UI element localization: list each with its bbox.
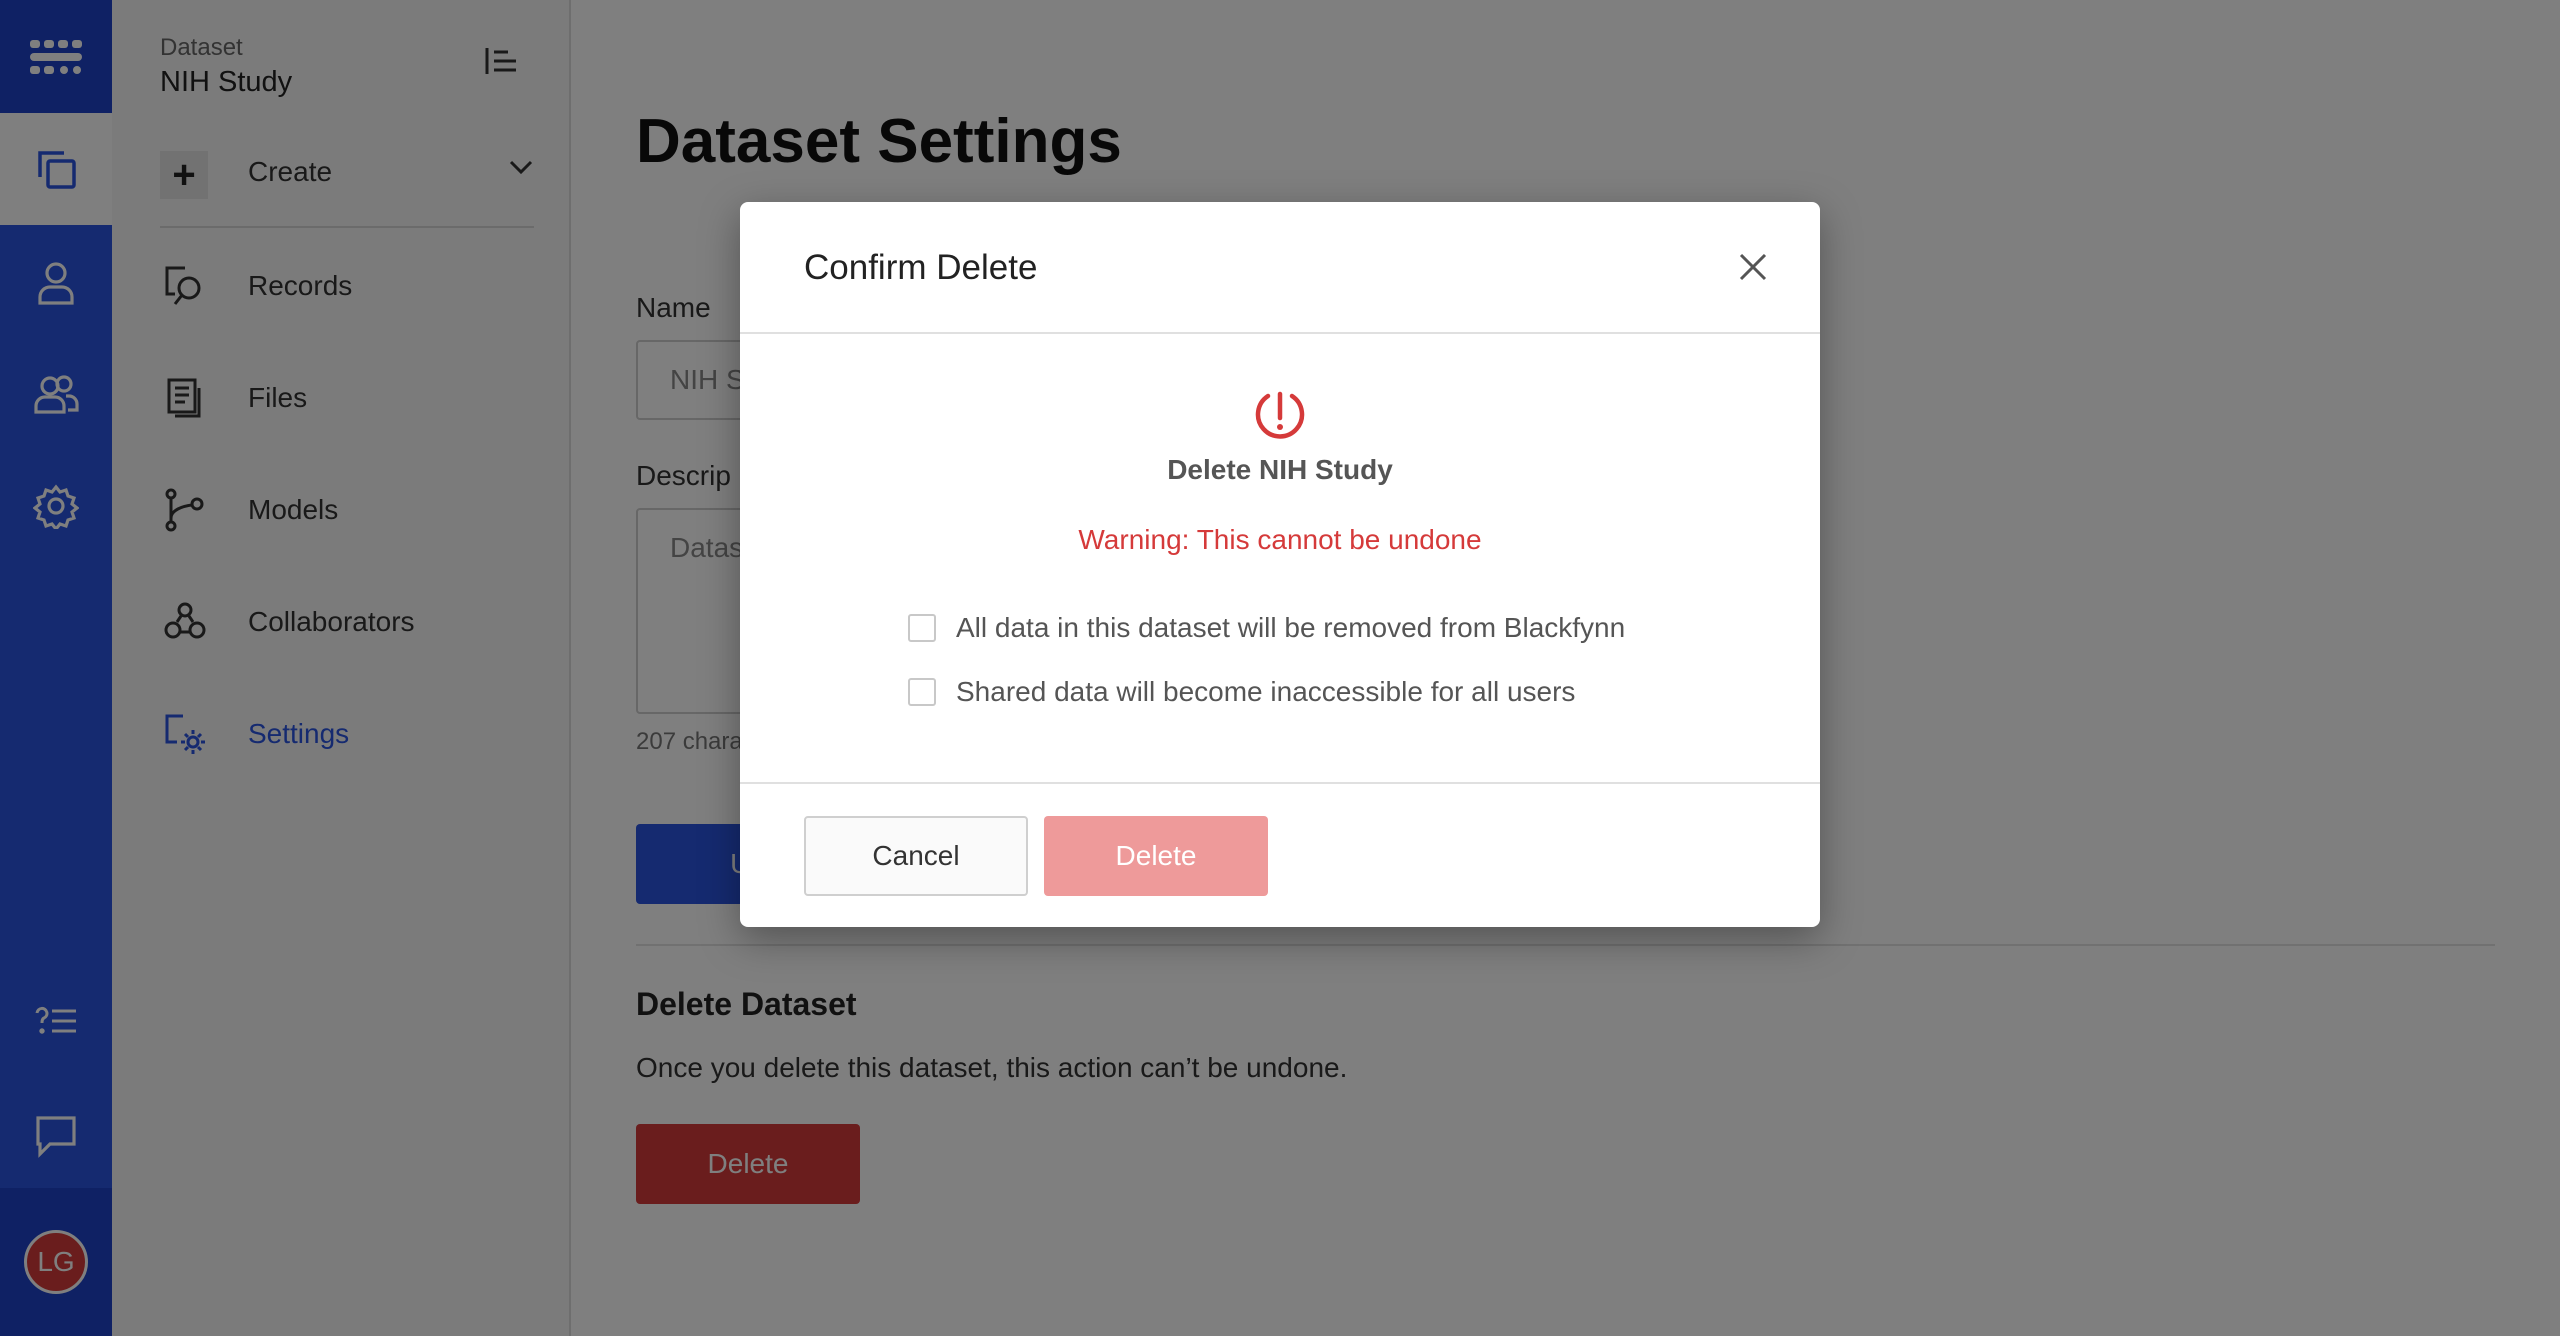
dialog-title: Confirm Delete xyxy=(804,248,1038,287)
warning-icon xyxy=(1255,391,1305,439)
close-button[interactable] xyxy=(1738,252,1768,287)
checkbox-label: All data in this dataset will be removed… xyxy=(956,612,1626,643)
cancel-button[interactable]: Cancel xyxy=(804,816,1028,896)
dialog-body: Delete NIH Study Warning: This cannot be… xyxy=(740,334,1820,784)
checkbox[interactable] xyxy=(908,614,936,642)
confirm-delete-dialog: Confirm Delete Delete NIH Study Warning:… xyxy=(740,202,1820,927)
close-icon xyxy=(1739,253,1767,281)
checkbox-label: Shared data will become inaccessible for… xyxy=(956,676,1576,707)
confirm-delete-button[interactable]: Delete xyxy=(1044,816,1268,896)
confirm-check-shared-data[interactable]: Shared data will become inaccessible for… xyxy=(908,676,1575,708)
delete-heading: Delete NIH Study xyxy=(1167,454,1393,485)
checkbox[interactable] xyxy=(908,678,936,706)
dialog-footer: Cancel Delete xyxy=(740,784,1820,925)
dialog-header: Confirm Delete xyxy=(740,202,1820,334)
warning-text: Warning: This cannot be undone xyxy=(1078,524,1482,555)
confirm-check-remove-data[interactable]: All data in this dataset will be removed… xyxy=(908,612,1625,644)
